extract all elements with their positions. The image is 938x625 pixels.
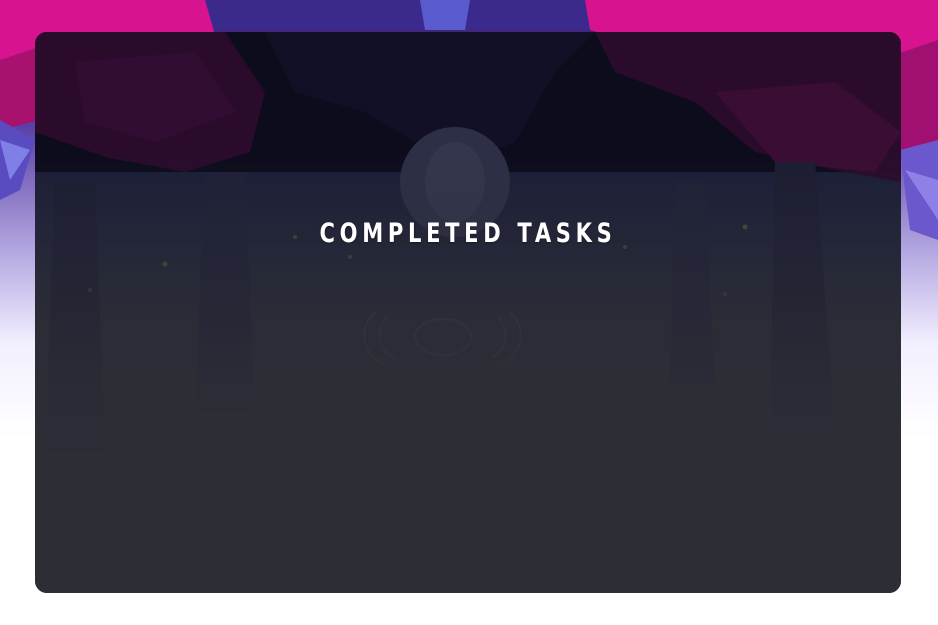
panel-forest-scene [35,32,901,593]
game-screen: COMPLETED TASKS [0,0,938,625]
completed-tasks-panel: COMPLETED TASKS [35,32,901,593]
panel-title: COMPLETED TASKS [319,218,617,249]
